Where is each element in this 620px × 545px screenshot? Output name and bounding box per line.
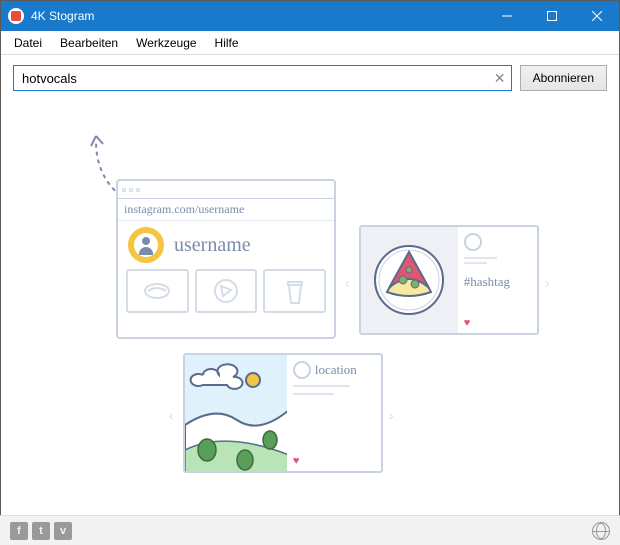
thumb-icon	[263, 269, 326, 313]
facebook-icon[interactable]: f	[10, 522, 28, 540]
titlebar: 4K Stogram	[1, 1, 619, 31]
illustration-location-card: location ♥	[183, 353, 383, 473]
statusbar: f t v	[0, 515, 620, 545]
search-input[interactable]	[14, 66, 489, 90]
illustration-hashtag: #hashtag	[464, 274, 531, 290]
thumb-icon	[195, 269, 258, 313]
twitter-icon[interactable]: t	[32, 522, 50, 540]
search-field-wrap: ✕	[13, 65, 512, 91]
heart-icon: ♥	[464, 317, 471, 329]
globe-icon[interactable]	[592, 522, 610, 540]
clear-search-button[interactable]: ✕	[489, 67, 511, 89]
menu-tools[interactable]: Werkzeuge	[127, 33, 205, 53]
illustration-url: instagram.com/username	[118, 199, 334, 221]
thumb-icon	[126, 269, 189, 313]
heart-icon: ♥	[293, 455, 300, 467]
menu-help[interactable]: Hilfe	[206, 33, 248, 53]
avatar-icon	[128, 227, 164, 263]
chevron-left-icon: ‹	[345, 275, 350, 291]
avatar-icon	[464, 233, 482, 251]
close-button[interactable]	[574, 1, 619, 31]
illustration-location: location	[315, 362, 357, 377]
chevron-right-icon: ›	[545, 275, 550, 291]
avatar-icon	[293, 361, 311, 379]
vimeo-icon[interactable]: v	[54, 522, 72, 540]
maximize-button[interactable]	[529, 1, 574, 31]
illustration-profile-card: instagram.com/username username	[116, 179, 336, 339]
chevron-right-icon: ›	[389, 407, 394, 423]
toolbar: ✕ Abonnieren	[1, 55, 619, 101]
subscribe-button[interactable]: Abonnieren	[520, 65, 607, 91]
menubar: Datei Bearbeiten Werkzeuge Hilfe	[1, 31, 619, 55]
menu-file[interactable]: Datei	[5, 33, 51, 53]
content-area: instagram.com/username username ‹ #hasht…	[1, 101, 619, 531]
app-icon	[8, 8, 24, 24]
chevron-left-icon: ‹	[169, 407, 174, 423]
window-title: 4K Stogram	[31, 9, 484, 23]
illustration-hashtag-card: #hashtag ♥	[359, 225, 539, 335]
illustration-username: username	[174, 234, 251, 257]
minimize-button[interactable]	[484, 1, 529, 31]
menu-edit[interactable]: Bearbeiten	[51, 33, 127, 53]
